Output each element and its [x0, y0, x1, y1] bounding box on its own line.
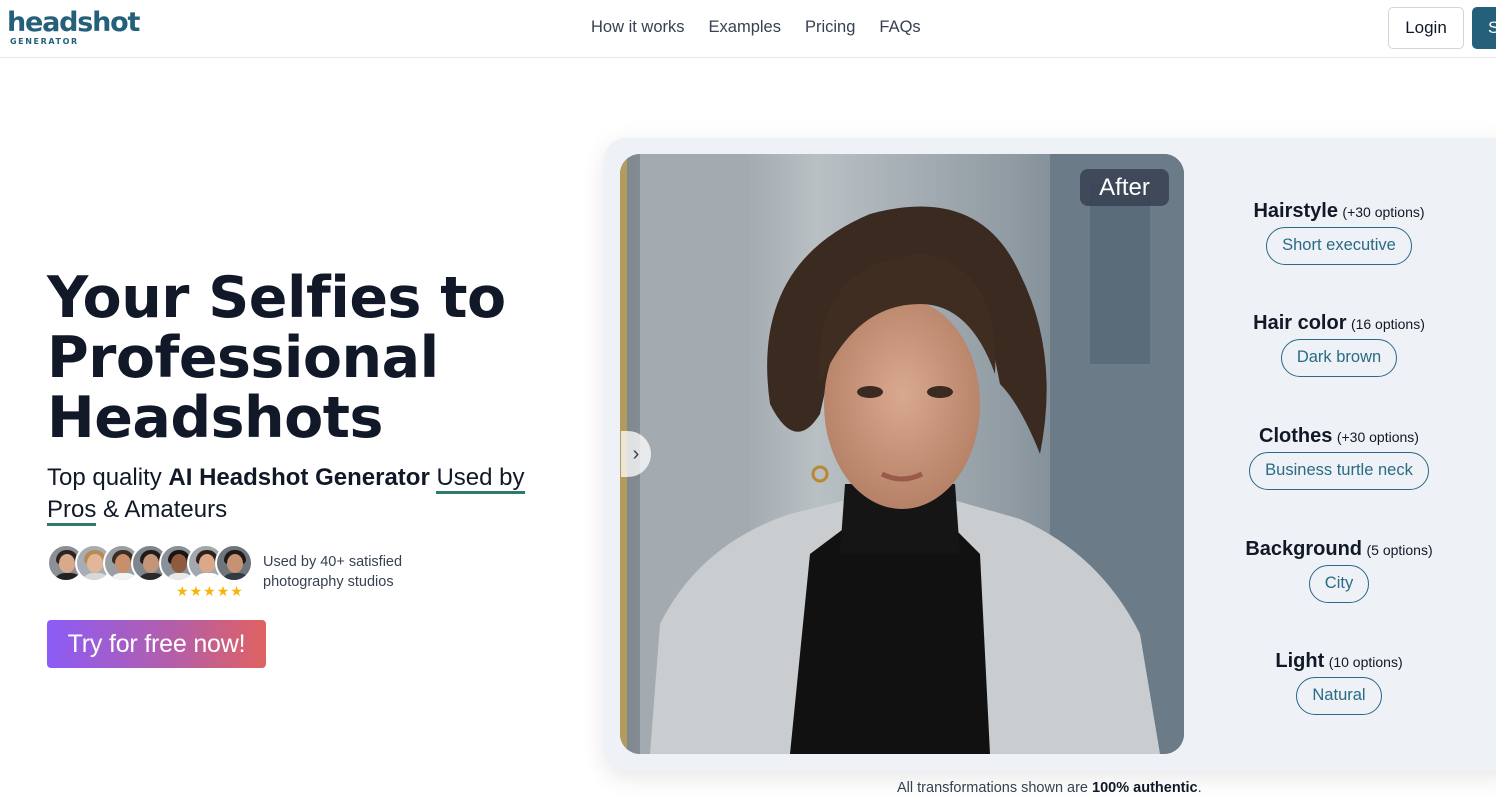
studio-avatars — [47, 544, 253, 584]
subtitle-used-by: Used by — [436, 464, 525, 494]
nav-how-it-works[interactable]: How it works — [591, 18, 685, 37]
logo-subtitle: GENERATOR — [10, 37, 79, 46]
hero-title-line-3: Headshots — [47, 385, 383, 451]
hairstyle-pill[interactable]: Short executive — [1266, 227, 1412, 265]
signup-button[interactable]: S — [1472, 7, 1496, 49]
main-nav: How it works Examples Pricing FAQs — [591, 18, 921, 37]
star-icon: ★ — [176, 583, 189, 599]
subtitle-suffix: & Amateurs — [96, 496, 228, 523]
nav-faqs[interactable]: FAQs — [879, 18, 920, 37]
nav-pricing[interactable]: Pricing — [805, 18, 855, 37]
subtitle-prefix: Top quality — [47, 464, 169, 491]
rating-stars: ★ ★ ★ ★ ★ — [176, 584, 243, 599]
option-count: (10 options) — [1328, 654, 1403, 670]
option-hair-color: Hair color (16 options) Dark brown — [1200, 312, 1478, 377]
headshot-generator-logo[interactable]: headshot GENERATOR — [7, 7, 140, 47]
hero-subtitle: Top quality AI Headshot Generator Used b… — [47, 462, 577, 526]
subtitle-bold: AI Headshot Generator — [168, 464, 430, 491]
authenticity-bold: 100% authentic — [1092, 780, 1198, 796]
used-by-text: Used by 40+ satisfied photography studio… — [263, 554, 403, 590]
option-light: Light (10 options) Natural — [1200, 650, 1478, 715]
after-badge: After — [1080, 169, 1169, 206]
option-count: (+30 options) — [1336, 429, 1419, 445]
avatar — [215, 544, 253, 582]
hero-title: Your Selfies to Professional Headshots — [47, 268, 587, 448]
star-icon: ★ — [216, 583, 230, 599]
option-background: Background (5 options) City — [1200, 538, 1478, 603]
option-title: Light — [1275, 650, 1325, 672]
option-count: (+30 options) — [1342, 204, 1425, 220]
authenticity-prefix: All transformations shown are — [897, 780, 1093, 796]
site-header: headshot GENERATOR How it works Examples… — [0, 0, 1496, 58]
hero-title-line-1: Your Selfies to — [47, 265, 506, 331]
background-pill[interactable]: City — [1308, 565, 1370, 603]
option-title: Hair color — [1253, 312, 1347, 334]
option-title: Hairstyle — [1253, 200, 1338, 222]
light-pill[interactable]: Natural — [1296, 677, 1382, 715]
option-count: (16 options) — [1350, 316, 1425, 332]
authenticity-note: All transformations shown are 100% authe… — [897, 780, 1202, 796]
option-count: (5 options) — [1366, 542, 1433, 558]
logo-wordmark: headshot — [7, 7, 140, 38]
option-clothes: Clothes (+30 options) Business turtle ne… — [1200, 425, 1478, 490]
clothes-pill[interactable]: Business turtle neck — [1249, 452, 1429, 490]
headshot-image — [620, 154, 1184, 754]
hair-color-pill[interactable]: Dark brown — [1280, 339, 1398, 377]
try-free-button[interactable]: Try for free now! — [47, 620, 266, 668]
login-button[interactable]: Login — [1388, 7, 1464, 49]
option-hairstyle: Hairstyle (+30 options) Short executive — [1200, 200, 1478, 265]
option-title: Clothes — [1259, 425, 1333, 447]
subtitle-pros: Pros — [47, 496, 97, 526]
star-icon: ★ — [230, 583, 243, 599]
star-icon: ★ — [189, 583, 203, 599]
nav-examples[interactable]: Examples — [709, 18, 781, 37]
authenticity-suffix: . — [1197, 780, 1202, 796]
option-title: Background — [1245, 538, 1363, 560]
headshot-photo — [620, 154, 1184, 754]
star-icon: ★ — [203, 583, 216, 599]
hero-title-line-2: Professional — [47, 325, 439, 391]
